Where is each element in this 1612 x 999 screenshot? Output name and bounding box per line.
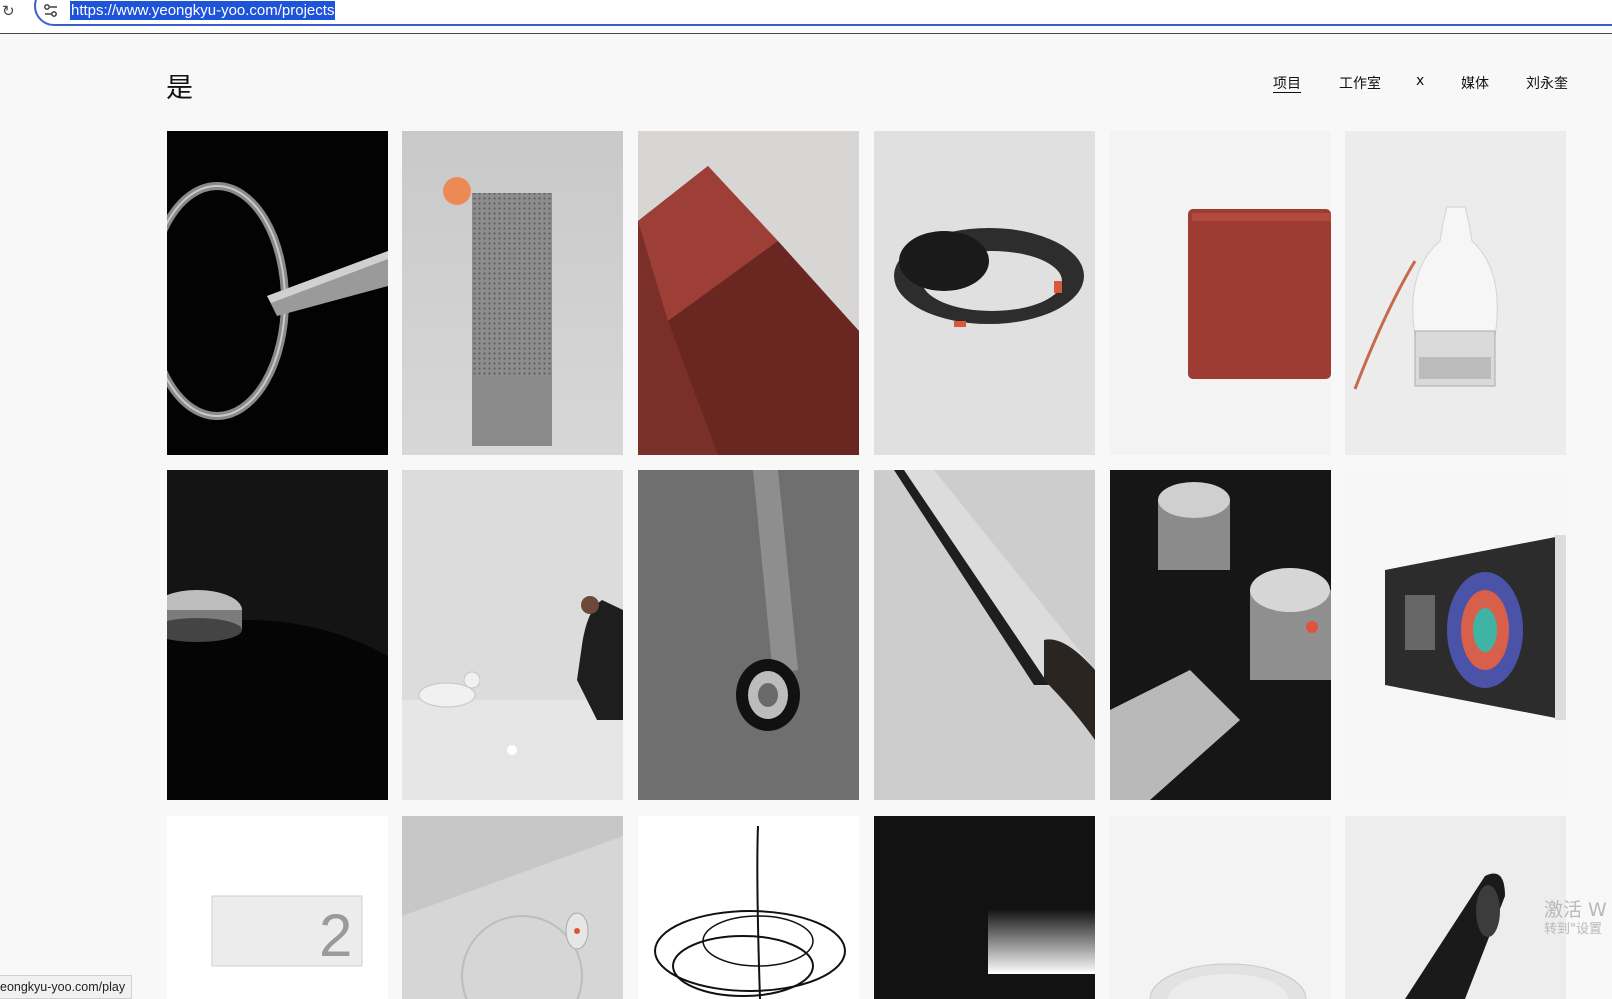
project-tile-line-scribble[interactable] — [638, 816, 859, 999]
reload-icon[interactable]: ↻ — [2, 2, 20, 20]
project-tile-grey-device[interactable] — [402, 816, 623, 999]
wheel-caster-image — [638, 470, 859, 800]
project-tile-red-cylinder[interactable] — [638, 131, 859, 455]
project-tile-tilted-tablet[interactable] — [874, 470, 1095, 800]
nav-x[interactable]: x — [1416, 73, 1424, 89]
nav-media[interactable]: 媒体 — [1461, 73, 1489, 93]
project-tile-white-cup[interactable] — [1110, 816, 1331, 999]
project-tile-black-handheld[interactable] — [1345, 816, 1566, 999]
nav-projects[interactable]: 项目 — [1273, 73, 1301, 93]
white-box-2-image: 2 — [167, 816, 388, 999]
black-ring-image — [167, 131, 388, 455]
project-tile-black-ring-product[interactable] — [167, 131, 388, 455]
project-tile-dark-gradient[interactable] — [874, 816, 1095, 999]
project-tile-wheel-caster[interactable] — [638, 470, 859, 800]
dog-woman-image — [402, 470, 623, 800]
address-bar: ↻ https://www.yeongkyu-yoo.com/projects — [0, 0, 1612, 34]
line-scribble-image — [638, 816, 859, 999]
project-tile-metal-cylinders[interactable] — [1110, 470, 1331, 800]
project-tile-black-dial[interactable] — [167, 470, 388, 800]
red-cylinder-image — [638, 131, 859, 455]
tilted-tablet-image — [874, 470, 1095, 800]
project-tile-headset[interactable] — [874, 131, 1095, 455]
headset-image — [874, 131, 1095, 455]
status-bar-url: eongkyu-yoo.com/play — [0, 975, 133, 999]
dark-gradient-image — [874, 816, 1095, 999]
nav-profile[interactable]: 刘永奎 — [1526, 73, 1568, 93]
nav-studio[interactable]: 工作室 — [1339, 73, 1381, 93]
project-tile-wall-cd-player[interactable] — [1345, 470, 1566, 800]
project-tile-red-panel[interactable] — [1110, 131, 1331, 455]
white-bottle-image — [1345, 131, 1566, 455]
watermark-line1: 激活 W — [1544, 899, 1607, 921]
wall-cd-player-image — [1345, 470, 1566, 800]
project-tile-dog-woman[interactable] — [402, 470, 623, 800]
black-handheld-image — [1345, 816, 1566, 999]
os-activation-watermark: 激活 W 转到"设置 — [1544, 899, 1607, 937]
grey-device-image — [402, 816, 623, 999]
svg-text:2: 2 — [319, 902, 352, 969]
white-cup-image — [1110, 816, 1331, 999]
project-tile-grey-speaker[interactable] — [402, 131, 623, 455]
grey-speaker-image — [402, 131, 623, 455]
project-tile-white-box-2[interactable]: 2 — [167, 816, 388, 999]
watermark-line2: 转到"设置 — [1544, 921, 1602, 937]
red-panel-image — [1110, 131, 1331, 455]
tune-icon[interactable] — [43, 3, 59, 19]
black-dial-image — [167, 470, 388, 800]
metal-cylinders-image — [1110, 470, 1331, 800]
project-tile-white-bottle[interactable] — [1345, 131, 1566, 455]
url-text[interactable]: https://www.yeongkyu-yoo.com/projects — [70, 1, 336, 20]
main-nav: 项目 工作室 x 媒体 刘永奎 — [0, 73, 1612, 95]
